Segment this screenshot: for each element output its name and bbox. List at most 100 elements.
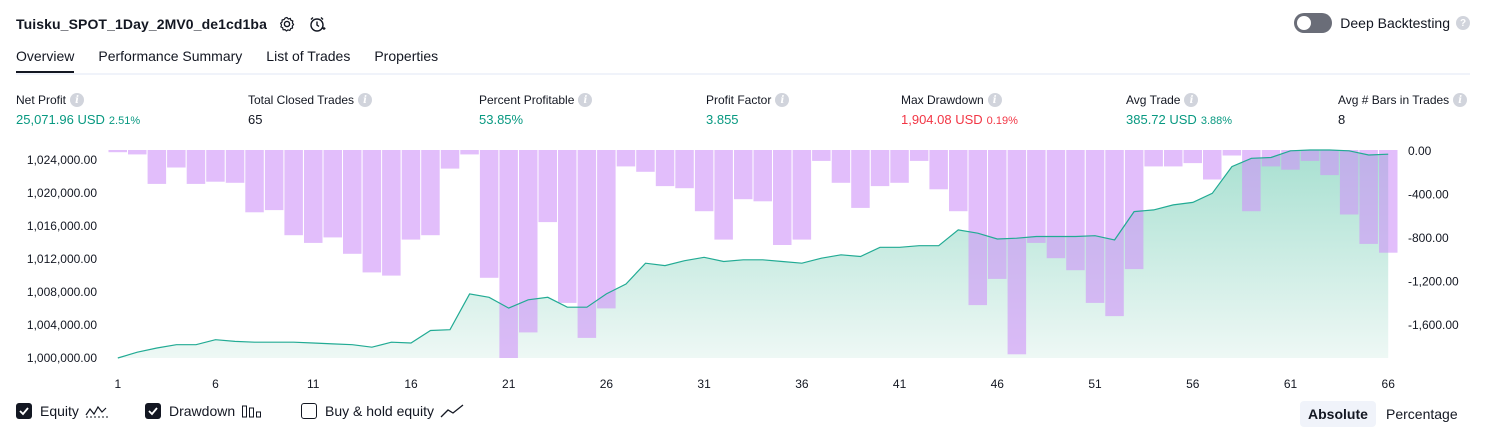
info-icon[interactable]: i	[775, 93, 790, 107]
drawdown-bar	[225, 150, 245, 183]
drawdown-bar	[362, 150, 382, 273]
x-tick-label: 61	[1284, 377, 1298, 391]
y-left-tick-label: 1,016,000.00	[27, 219, 97, 233]
drawdown-bar	[1046, 150, 1066, 259]
drawdown-bar	[714, 150, 733, 240]
stat-label: Percent Profitable	[479, 93, 575, 107]
x-tick-label: 21	[502, 377, 516, 391]
x-tick-label: 56	[1186, 377, 1200, 391]
x-tick-label: 51	[1088, 377, 1102, 391]
drawdown-bar	[440, 150, 460, 169]
y-right-tick-label: -1,600.00	[1408, 318, 1459, 332]
info-icon[interactable]: i	[578, 93, 593, 107]
y-left-tick-label: 1,000,000.00	[27, 351, 97, 365]
stat-net-profit: Net Profit i 25,071.96 USD 2.51%	[16, 93, 140, 127]
drawdown-bar	[421, 150, 440, 236]
drawdown-bar	[128, 150, 147, 155]
y-right-tick-label: -1,200.00	[1408, 275, 1459, 289]
info-icon[interactable]: i	[1184, 93, 1199, 107]
info-icon[interactable]: i	[358, 93, 373, 107]
drawdown-bar	[558, 150, 577, 303]
legend-label: Buy & hold equity	[325, 403, 434, 419]
help-icon[interactable]: ?	[1456, 16, 1470, 30]
drawdown-bar	[167, 150, 186, 168]
stat-percent: 0.19%	[986, 115, 1018, 127]
drawdown-bar	[1124, 150, 1144, 270]
info-icon[interactable]: i	[70, 93, 85, 107]
settings-gear-icon[interactable]	[277, 14, 297, 34]
drawdown-bar	[1203, 150, 1222, 180]
equity-checkbox[interactable]	[16, 403, 32, 419]
legend-drawdown[interactable]: Drawdown	[145, 403, 263, 419]
absolute-button[interactable]: Absolute	[1300, 401, 1376, 427]
drawdown-bar	[870, 150, 890, 187]
stat-percent: 2.51%	[108, 115, 141, 127]
drawdown-bars-icon	[241, 403, 263, 419]
report-tabs: Overview Performance Summary List of Tra…	[16, 44, 462, 74]
drawdown-bar	[792, 150, 812, 240]
drawdown-checkbox[interactable]	[145, 403, 161, 419]
tab-properties[interactable]: Properties	[374, 44, 438, 74]
percentage-button[interactable]: Percentage	[1378, 401, 1466, 427]
drawdown-bar	[616, 150, 636, 167]
drawdown-bar	[890, 150, 909, 183]
stat-value: 65	[248, 112, 263, 127]
x-tick-label: 31	[697, 377, 711, 391]
stat-label: Avg Trade	[1126, 93, 1181, 107]
stat-label: Profit Factor	[706, 93, 772, 107]
drawdown-bar	[1339, 150, 1359, 215]
drawdown-bar	[577, 150, 597, 338]
drawdown-bar	[1359, 150, 1378, 244]
stat-avg-bars: Avg # Bars in Trades i 8	[1338, 93, 1468, 127]
x-tick-label: 11	[307, 377, 320, 391]
x-tick-label: 66	[1382, 377, 1396, 391]
legend-buy-hold-equity[interactable]: Buy & hold equity	[301, 403, 464, 419]
y-left-tick-label: 1,004,000.00	[27, 318, 97, 332]
tab-overview[interactable]: Overview	[16, 44, 75, 74]
stat-label: Total Closed Trades	[248, 93, 355, 107]
drawdown-bar	[108, 150, 127, 153]
drawdown-bar	[1242, 150, 1261, 212]
drawdown-bar	[968, 150, 987, 306]
y-left-tick-label: 1,008,000.00	[27, 285, 97, 299]
tab-list-of-trades[interactable]: List of Trades	[266, 44, 350, 74]
drawdown-bar	[499, 150, 518, 358]
tab-performance-summary[interactable]: Performance Summary	[98, 44, 242, 74]
y-right-tick-label: 0.00	[1408, 144, 1432, 158]
info-icon[interactable]: i	[987, 93, 1002, 107]
deep-backtesting-toggle[interactable]	[1294, 13, 1333, 33]
drawdown-bar	[1066, 150, 1085, 271]
equity-wave-icon	[85, 403, 109, 419]
x-tick-label: 1	[114, 377, 121, 391]
buy-hold-checkbox[interactable]	[301, 403, 317, 419]
alert-clock-icon[interactable]	[307, 14, 327, 34]
drawdown-bar	[1007, 150, 1027, 355]
stat-total-closed-trades: Total Closed Trades i 65	[248, 93, 373, 127]
drawdown-bar	[479, 150, 499, 278]
drawdown-bar	[1222, 150, 1242, 156]
drawdown-bar	[675, 150, 694, 189]
drawdown-bar	[734, 150, 753, 200]
x-tick-label: 26	[600, 377, 614, 391]
drawdown-bar	[323, 150, 342, 238]
deep-backtesting: Deep Backtesting ?	[1294, 13, 1470, 33]
drawdown-bar	[460, 150, 479, 155]
equity-drawdown-chart[interactable]: 1,024,000.00 1,020,000.00 1,016,000.00 1,01…	[0, 140, 1486, 396]
drawdown-bar	[694, 150, 714, 212]
drawdown-bar	[1183, 150, 1202, 164]
drawdown-bar	[636, 150, 655, 172]
drawdown-bar	[988, 150, 1007, 279]
info-icon[interactable]: i	[1453, 93, 1468, 107]
stat-value: 385.72 USD	[1126, 112, 1197, 127]
drawdown-bar	[753, 150, 772, 202]
stat-percent-profitable: Percent Profitable i 53.85%	[479, 93, 593, 127]
drawdown-bar	[519, 150, 538, 333]
stat-percent: 3.88%	[1200, 115, 1233, 127]
stat-max-drawdown: Max Drawdown i 1,904.08 USD 0.19%	[901, 93, 1018, 127]
drawdown-bar	[1300, 150, 1320, 161]
drawdown-bar	[597, 150, 616, 309]
y-left-tick-label: 1,012,000.00	[27, 252, 97, 266]
legend-equity[interactable]: Equity	[16, 403, 109, 419]
drawdown-bar	[812, 150, 831, 161]
drawdown-bar	[284, 150, 303, 236]
